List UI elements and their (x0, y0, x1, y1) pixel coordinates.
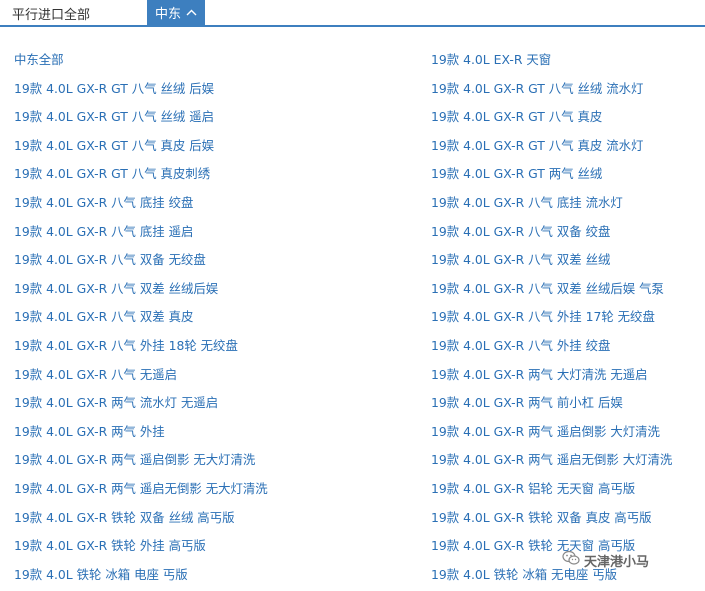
model-link[interactable]: 19款 4.0L GX-R 两气 遥启无倒影 大灯清洗 (431, 446, 704, 475)
model-link[interactable]: 19款 4.0L GX-R 两气 遥启倒影 大灯清洗 (431, 418, 704, 447)
tab-middle-east-label: 中东 (154, 7, 181, 22)
model-link[interactable]: 19款 4.0L GX-R 八气 外挂 18轮 无绞盘 (14, 332, 431, 361)
chevron-up-icon (186, 9, 197, 16)
model-link[interactable]: 19款 4.0L GX-R GT 八气 真皮 (431, 103, 704, 132)
model-link[interactable]: 19款 4.0L GX-R 铁轮 双备 真皮 高丐版 (431, 504, 704, 533)
wechat-icon (562, 550, 580, 570)
model-link[interactable]: 19款 4.0L GX-R 八气 双备 绞盘 (431, 218, 704, 247)
model-link[interactable]: 19款 4.0L GX-R 八气 外挂 17轮 无绞盘 (431, 303, 704, 332)
model-link[interactable]: 19款 4.0L GX-R 八气 双差 丝绒后娱 气泵 (431, 275, 704, 304)
model-link[interactable]: 19款 4.0L GX-R 两气 大灯清洗 无遥启 (431, 361, 704, 390)
model-link[interactable]: 中东全部 (14, 46, 431, 75)
model-link[interactable]: 19款 4.0L GX-R 八气 外挂 绞盘 (431, 332, 704, 361)
model-link[interactable]: 19款 4.0L GX-R 八气 无遥启 (14, 361, 431, 390)
model-list: 中东全部 19款 4.0L EX-R 天窗 19款 4.0L GX-R GT 八气 … (14, 46, 704, 589)
model-link[interactable]: 19款 4.0L GX-R 八气 双备 无绞盘 (14, 246, 431, 275)
model-link[interactable]: 19款 4.0L 铁轮 冰箱 电座 丐版 (14, 561, 431, 590)
tab-middle-east[interactable]: 中东 (147, 0, 205, 25)
model-link[interactable]: 19款 4.0L GX-R GT 八气 真皮刺绣 (14, 160, 431, 189)
model-link[interactable]: 19款 4.0L GX-R GT 两气 丝绒 (431, 160, 704, 189)
model-link[interactable]: 19款 4.0L GX-R GT 八气 真皮 后娱 (14, 132, 431, 161)
model-link[interactable]: 19款 4.0L GX-R GT 八气 丝绒 流水灯 (431, 75, 704, 104)
model-link[interactable]: 19款 4.0L GX-R 八气 底挂 绞盘 (14, 189, 431, 218)
model-link[interactable]: 19款 4.0L GX-R GT 八气 丝绒 遥启 (14, 103, 431, 132)
model-link[interactable]: 19款 4.0L GX-R 铁轮 双备 丝绒 高丐版 (14, 504, 431, 533)
model-link[interactable]: 19款 4.0L GX-R 两气 外挂 (14, 418, 431, 447)
model-link[interactable]: 19款 4.0L GX-R 两气 前小杠 后娱 (431, 389, 704, 418)
model-link[interactable]: 19款 4.0L GX-R 铁轮 外挂 高丐版 (14, 532, 431, 561)
model-link[interactable]: 19款 4.0L GX-R 两气 流水灯 无遥启 (14, 389, 431, 418)
model-link[interactable]: 19款 4.0L GX-R 两气 遥启倒影 无大灯清洗 (14, 446, 431, 475)
model-link[interactable]: 19款 4.0L GX-R 铝轮 无天窗 高丐版 (431, 475, 704, 504)
model-link[interactable]: 19款 4.0L GX-R GT 八气 丝绒 后娱 (14, 75, 431, 104)
model-link[interactable]: 19款 4.0L GX-R 两气 遥启无倒影 无大灯清洗 (14, 475, 431, 504)
watermark: 天津港小马 (562, 550, 649, 570)
model-link[interactable]: 19款 4.0L EX-R 天窗 (431, 46, 704, 75)
model-link[interactable]: 19款 4.0L GX-R 八气 底挂 流水灯 (431, 189, 704, 218)
model-link[interactable]: 19款 4.0L GX-R 八气 底挂 遥启 (14, 218, 431, 247)
model-link[interactable]: 19款 4.0L GX-R 八气 双差 真皮 (14, 303, 431, 332)
model-link[interactable]: 19款 4.0L GX-R 八气 双差 丝绒 (431, 246, 704, 275)
watermark-text: 天津港小马 (584, 554, 650, 570)
tab-bar: 平行进口全部 中东 (0, 0, 705, 27)
tab-parallel-import-all[interactable]: 平行进口全部 (12, 4, 90, 23)
model-link[interactable]: 19款 4.0L GX-R GT 八气 真皮 流水灯 (431, 132, 704, 161)
model-link[interactable]: 19款 4.0L GX-R 八气 双差 丝绒后娱 (14, 275, 431, 304)
